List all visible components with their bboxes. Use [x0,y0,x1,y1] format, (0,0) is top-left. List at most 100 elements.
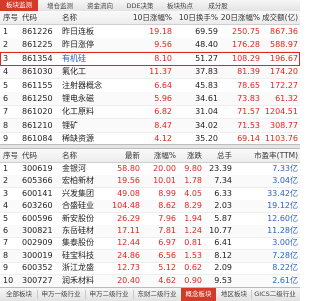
volume: 9.53 [214,275,232,285]
change-10d: 9.56 [154,40,172,50]
stock-row[interactable]: 1 300619 金银河 58.80 20.00 9.80 23.39 7.33亿 [0,163,300,176]
sector-name[interactable]: 锂矿 [62,119,78,132]
sector-code: 861020 [22,107,53,117]
change-amount: 1.94 [184,213,202,223]
stock-name[interactable]: 浙江龙盛 [62,262,94,274]
stock-name[interactable]: 集泰股份 [62,237,94,249]
sector-row[interactable]: 2 861225 昨日涨停 9.56 48.40 176.28 588.97 [0,38,300,53]
stock-name[interactable]: 金银河 [62,163,86,175]
tab-sector-monitor[interactable]: 板块监测 [0,0,38,11]
volume: 6.33 [214,188,232,198]
sector-code: 861210 [22,120,53,130]
btab-gics-level2[interactable]: GICS二级行业 [252,288,298,301]
col-header-volume[interactable]: 总手 [204,149,232,162]
change-pct: 5.12 [158,263,176,273]
stock-row[interactable]: 5 600596 新安股份 26.29 7.96 1.94 5.87 12.60亿 [0,213,300,226]
sector-name[interactable]: 氟化工 [62,65,86,78]
col-header-no[interactable]: 序号 [3,11,18,24]
btab-sw-level1[interactable]: 申万一级行业 [38,288,84,301]
sector-row[interactable]: 4 861030 氟化工 11.37 37.83 81.39 174.20 [0,65,300,80]
btab-all-sectors[interactable]: 全部板块 [2,288,36,301]
row-index: 4 [3,67,9,77]
col-header-change-10d[interactable]: 10日涨幅% [128,11,172,24]
stock-table-header: 序号 代码 名称 最新 涨幅% 涨跌 总手 市盈率(TTM) [0,149,300,163]
stock-code: 603260 [22,201,53,211]
change-amount: 9.80 [184,164,202,173]
change-pct: 10.01 [153,176,176,186]
sector-row[interactable]: 7 861020 化工原料 6.82 31.04 71.57 1204.51 [0,105,300,120]
amount: 1204.51 [264,107,298,117]
stock-name[interactable]: 合盛硅业 [62,200,94,212]
stock-name[interactable]: 兴发集团 [62,188,94,200]
tab-dde-decision[interactable]: DDE决策 [122,1,158,11]
stock-code: 300619 [22,164,53,173]
sector-code: 861155 [22,80,53,90]
col-header-pe-ttm[interactable]: 市盈率(TTM) [234,149,298,162]
sector-name[interactable]: 化工原料 [62,105,94,118]
btab-concept-sectors[interactable]: 概念板块 [181,288,216,301]
stock-row[interactable]: 6 300821 东岳硅材 17.11 7.81 1.24 10.77 11.28亿 [0,225,300,238]
turnover-10d: 34.02 [195,120,218,130]
sector-row[interactable]: 5 861155 注射器概念 6.64 45.83 78.65 172.27 [0,79,300,93]
sector-name[interactable]: 昨日涨停 [62,38,94,51]
col-header-turnover-10d[interactable]: 10日换手% [176,11,218,24]
sector-name[interactable]: 锂电永磁 [62,92,94,105]
sector-row[interactable]: 1 861226 昨日连板 19.18 69.59 250.75 867.36 [0,25,300,39]
btab-east-level2[interactable]: 东财二级行业 [134,288,180,301]
row-index: 6 [3,226,9,235]
stock-name[interactable]: 东岳硅材 [62,225,94,237]
change-amount: 0.62 [184,263,202,273]
tab-position-monitor[interactable]: 增仓监测 [42,1,78,11]
pe-ttm: 3.04亿 [272,176,298,186]
change-20d: 250.75 [232,27,260,36]
tab-fund-flow[interactable]: 资金流向 [82,1,118,11]
row-index: 7 [3,107,9,117]
col-header-change[interactable]: 涨跌 [178,149,202,162]
tab-constituents[interactable]: 成分股 [202,1,234,11]
change-pct: 4.62 [158,275,176,285]
tab-sector-hotspot[interactable]: 板块热点 [162,1,198,11]
row-index: 8 [3,250,9,260]
sector-name[interactable]: 注射器概念 [62,79,102,92]
bottom-tab-bar: 全部板块 申万一级行业 申万二级行业 东财二级行业 概念板块 地区板块 GICS… [0,287,300,301]
btab-region-sectors[interactable]: 地区板块 [218,288,250,301]
col-header-change-pct[interactable]: 涨幅% [142,149,176,162]
col-header-change-20d[interactable]: 20日涨幅% [220,11,260,24]
sector-row[interactable]: 6 861250 锂电永磁 5.96 34.61 73.83 61.32 [0,92,300,106]
col-header-code[interactable]: 代码 [22,11,37,24]
stock-row[interactable]: 8 300019 硅宝科技 24.86 6.56 1.53 8.12 7.28亿 [0,249,300,263]
stock-row[interactable]: 2 605366 宏柏新材 19.56 10.01 1.78 7.34 3.04亿 [0,175,300,189]
change-pct: 8.99 [158,188,176,198]
stock-name[interactable]: 宏柏新材 [62,175,94,187]
sector-row[interactable]: 8 861210 锂矿 8.47 34.02 71.53 308.77 [0,118,300,133]
change-pct: 6.56 [158,250,176,260]
latest-price: 26.29 [117,213,140,223]
stock-row[interactable]: 3 600141 兴发集团 49.08 8.99 4.05 6.33 33.42亿 [0,188,300,201]
sector-name[interactable]: 昨日连板 [62,25,94,38]
stock-name[interactable]: 硅宝科技 [62,250,94,262]
stock-row[interactable]: 4 603260 合盛硅业 104.48 8.62 8.29 2.03 19.12亿 [0,200,300,214]
col-header-amount[interactable]: 成交额(亿) [262,11,298,24]
pe-ttm: 19.12亿 [267,201,298,211]
stock-code: 002909 [22,238,53,248]
row-index: 9 [3,263,9,273]
col-header-name[interactable]: 名称 [62,149,77,162]
stock-row[interactable]: 10 300727 润禾材料 20.40 4.62 0.90 9.53 2.61亿 [0,274,300,288]
amount: 174.20 [270,67,298,77]
pe-ttm: 12.60亿 [267,213,298,223]
stock-code: 600352 [22,263,53,273]
stock-code: 300821 [22,226,53,235]
amount: 308.77 [270,120,298,130]
col-header-code[interactable]: 代码 [22,149,37,162]
stock-name[interactable]: 新安股份 [62,213,94,225]
change-amount: 1.53 [184,250,202,260]
btab-sw-level2[interactable]: 申万二级行业 [86,288,132,301]
col-header-name[interactable]: 名称 [62,11,77,24]
stock-name[interactable]: 润禾材料 [62,275,94,287]
change-pct: 7.96 [158,213,176,223]
change-amount: 0.90 [184,275,202,285]
stock-row[interactable]: 7 002909 集泰股份 12.44 6.97 0.81 6.41 3.00亿 [0,237,300,251]
col-header-no[interactable]: 序号 [3,149,18,162]
col-header-latest[interactable]: 最新 [110,149,140,162]
stock-row[interactable]: 9 600352 浙江龙盛 12.73 5.12 0.62 2.09 8.22亿 [0,262,300,276]
